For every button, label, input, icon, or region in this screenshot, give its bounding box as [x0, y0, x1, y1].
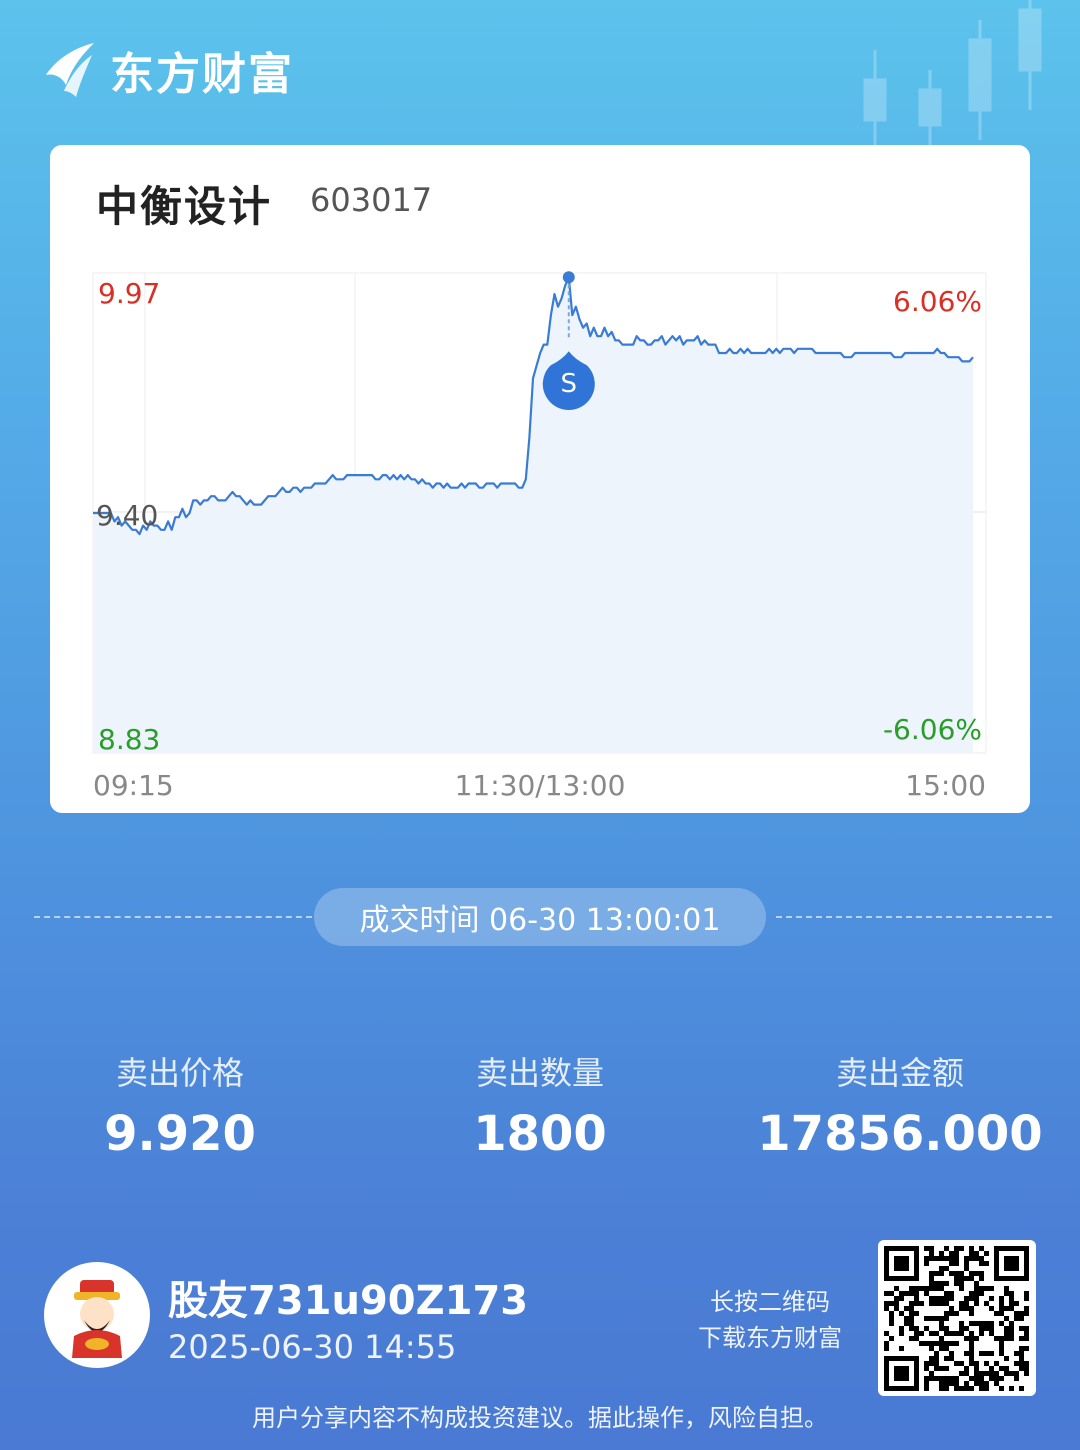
stat-sell-price: 卖出价格 9.920	[0, 1048, 360, 1162]
trade-time-divider: 成交时间 06-30 13:00:01	[0, 888, 1080, 946]
x-tick-mid: 11:30/13:00	[454, 769, 626, 802]
stat-value: 9.920	[104, 1106, 256, 1162]
candlestick-decoration-icon	[863, 0, 1042, 150]
god-of-wealth-avatar-icon	[72, 1280, 122, 1358]
qr-code-icon	[884, 1246, 1029, 1391]
trade-time-pill: 成交时间 06-30 13:00:01	[314, 888, 766, 946]
username: 股友731u90Z173	[168, 1278, 529, 1324]
disclaimer: 用户分享内容不构成投资建议。据此操作，风险自担。	[252, 1404, 828, 1432]
y-min-label: 8.83	[98, 723, 161, 756]
y-ref-label: 9.40	[96, 499, 159, 532]
eastmoney-logo-icon	[46, 43, 94, 97]
share-timestamp: 2025-06-30 14:55	[168, 1328, 457, 1366]
qr-hint: 长按二维码 下载东方财富	[680, 1284, 860, 1356]
stock-chart-card: 中衡设计 603017 S 9.97 9.40 8.83 6.06% -6.06…	[50, 145, 1030, 813]
avatar	[44, 1262, 150, 1368]
pct-max-label: 6.06%	[893, 285, 982, 318]
stat-sell-quantity: 卖出数量 1800	[360, 1048, 720, 1162]
qr-code[interactable]	[878, 1240, 1036, 1396]
pct-min-label: -6.06%	[882, 713, 982, 746]
stat-value: 17856.000	[757, 1106, 1043, 1162]
stat-label: 卖出价格	[115, 1054, 244, 1092]
stat-label: 卖出数量	[475, 1054, 604, 1092]
sell-marker-dot	[562, 271, 575, 284]
brand-header: 东方财富	[42, 40, 294, 100]
brand-name: 东方财富	[110, 49, 294, 100]
qr-hint-line2: 下载东方财富	[698, 1324, 842, 1352]
y-max-label: 9.97	[98, 277, 161, 310]
dashed-divider-right	[776, 916, 1052, 918]
stat-value: 1800	[473, 1106, 607, 1162]
stat-label: 卖出金额	[835, 1054, 964, 1092]
dashed-divider-left	[34, 916, 312, 918]
stat-sell-amount: 卖出金额 17856.000	[720, 1048, 1080, 1162]
x-tick-end: 15:00	[905, 769, 986, 802]
price-area-fill	[93, 277, 973, 753]
sell-marker-label: S	[561, 369, 578, 399]
qr-hint-line1: 长按二维码	[710, 1288, 830, 1316]
